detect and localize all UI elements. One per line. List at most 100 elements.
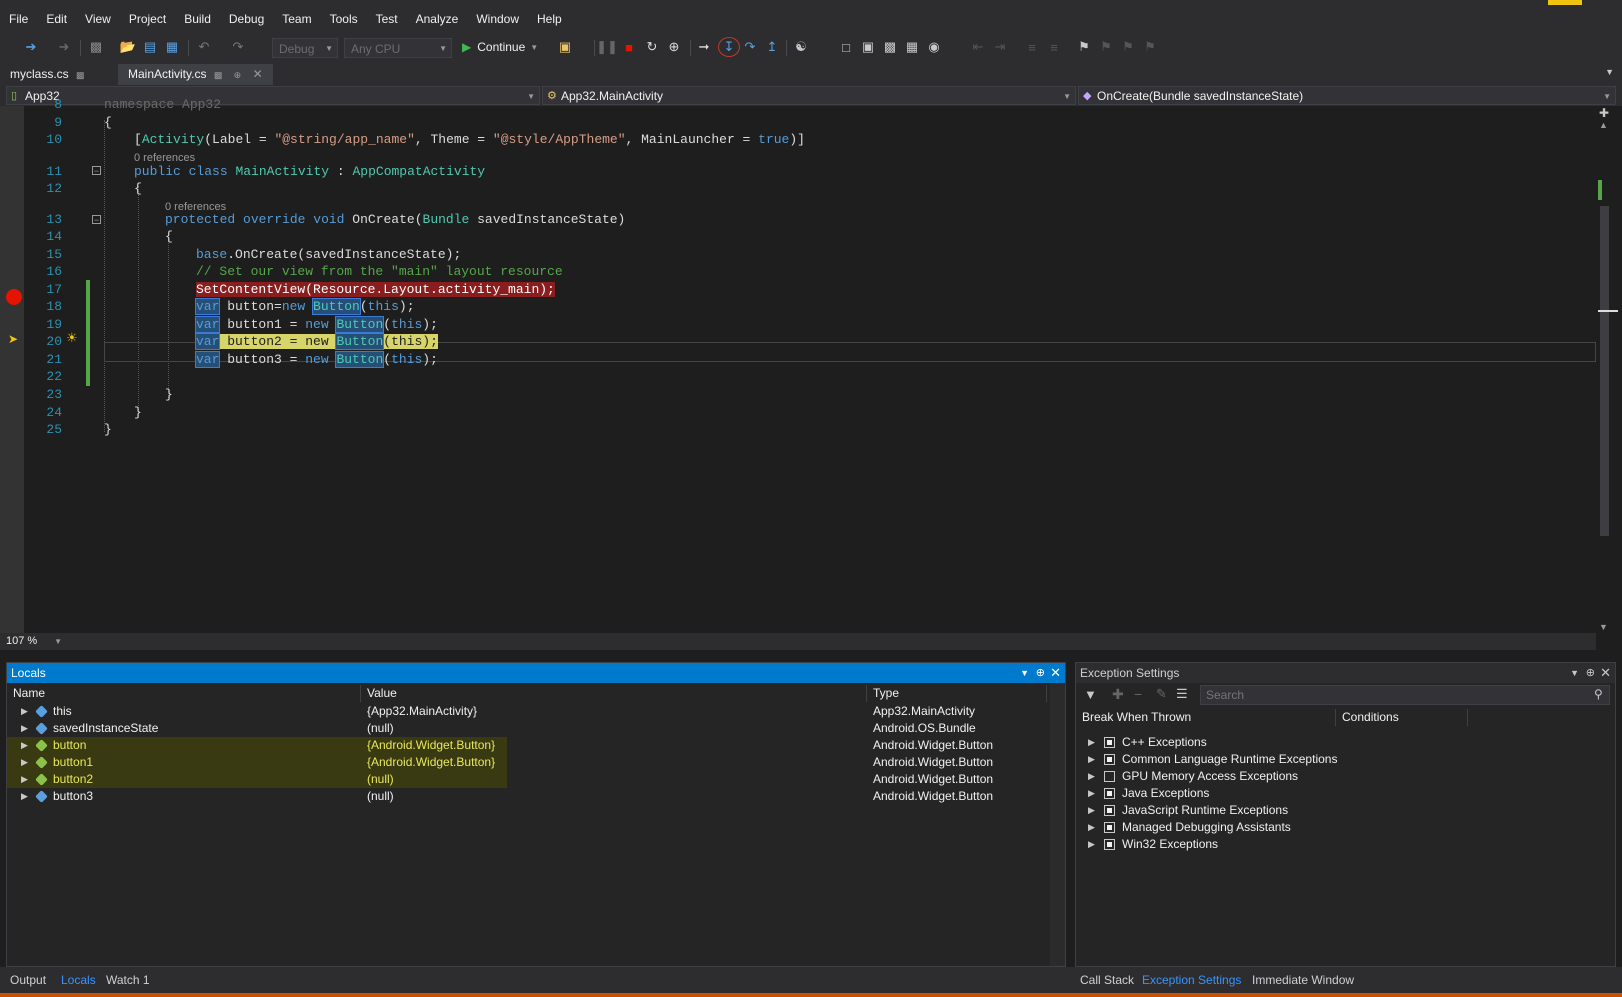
camera-icon[interactable]: ▣ (860, 37, 876, 57)
indent-icon[interactable]: ⇤ (970, 37, 986, 57)
project-dropdown[interactable]: ▯ App32 ▼ (6, 86, 540, 105)
open-icon[interactable]: 📂 (120, 37, 136, 57)
comment-icon[interactable]: ≡ (1024, 37, 1040, 57)
expand-icon[interactable]: ▶ (1088, 734, 1095, 751)
platform-dropdown[interactable]: Any CPU ▼ (344, 38, 452, 58)
edit-icon[interactable]: ✎ (1156, 686, 1167, 702)
forward-icon[interactable]: ➜ (56, 37, 72, 57)
breakpoint-icon[interactable] (6, 289, 22, 305)
member-dropdown[interactable]: ◆ OnCreate(Bundle savedInstanceState) ▼ (1078, 86, 1616, 105)
tab-output[interactable]: Output (10, 971, 46, 989)
exception-checkbox[interactable] (1104, 754, 1115, 765)
pin-icon[interactable]: ▩ (214, 70, 223, 80)
close-icon[interactable]: ✕ (253, 67, 263, 81)
menu-team[interactable]: Team (273, 6, 320, 32)
locals-row[interactable]: ▶ button1 {Android.Widget.Button} Android.W… (7, 754, 1047, 771)
tab-overflow-icon[interactable]: ▼ (1605, 67, 1614, 77)
column-header-break-when-thrown[interactable]: Break When Thrown (1076, 709, 1336, 726)
menu-build[interactable]: Build (175, 6, 220, 32)
close-icon[interactable]: ✕ (1050, 663, 1061, 683)
scroll-thumb[interactable] (1600, 206, 1609, 536)
code-editor[interactable]: ➤ ☀ 8 9 10 11 12 13 14 15 16 17 18 19 20… (0, 97, 1622, 639)
exception-search-input[interactable] (1200, 685, 1610, 705)
expand-icon[interactable]: ▶ (1088, 785, 1095, 802)
expand-icon[interactable]: ▶ (1088, 768, 1095, 785)
step-over-icon[interactable]: ↷ (742, 37, 758, 57)
tab-exception-settings[interactable]: Exception Settings (1142, 971, 1241, 989)
expand-icon[interactable]: ▶ (1088, 819, 1095, 836)
document-icon[interactable]: □ (838, 37, 854, 57)
exception-checkbox[interactable] (1104, 822, 1115, 833)
locals-row[interactable]: ▶ button3 (null) Android.Widget.Button (7, 788, 1047, 805)
locals-title-bar[interactable]: Locals ▼ ⊕ ✕ (7, 663, 1065, 683)
pin-icon[interactable]: ⊕ (1036, 663, 1045, 683)
menu-edit[interactable]: Edit (37, 6, 76, 32)
search-icon[interactable]: ⚲ (1594, 687, 1603, 701)
list-icon[interactable]: ☰ (1176, 686, 1188, 702)
tab-myclass[interactable]: myclass.cs ▩ (0, 64, 95, 85)
exception-settings-title-bar[interactable]: Exception Settings ▼ ⊕ ✕ (1076, 663, 1615, 683)
locals-row[interactable]: ▶ button2 (null) Android.Widget.Button (7, 771, 1047, 788)
locals-scrollbar[interactable] (1050, 683, 1065, 966)
save-icon[interactable]: ▤ (142, 37, 158, 57)
menu-project[interactable]: Project (120, 6, 175, 32)
tab-call-stack[interactable]: Call Stack (1080, 971, 1134, 989)
step-into-icon[interactable]: ↧ (718, 37, 740, 57)
type-dropdown[interactable]: ⚙ App32.MainActivity ▼ (542, 86, 1076, 105)
undo-icon[interactable]: ↶ (196, 37, 212, 57)
chevron-down-icon[interactable]: ▼ (1020, 663, 1029, 683)
column-header-name[interactable]: Name (7, 685, 361, 702)
menu-window[interactable]: Window (467, 6, 528, 32)
next-bookmark-icon[interactable]: ⚑ (1120, 37, 1136, 57)
expand-icon[interactable]: ▶ (1088, 802, 1095, 819)
target-icon[interactable]: ◉ (926, 37, 942, 57)
split-icon[interactable]: ✚ (1599, 106, 1609, 120)
menu-test[interactable]: Test (367, 6, 407, 32)
menu-help[interactable]: Help (528, 6, 571, 32)
outdent-icon[interactable]: ⇥ (992, 37, 1008, 57)
tab-locals[interactable]: Locals (61, 971, 96, 989)
chevron-down-icon[interactable]: ▼ (1570, 663, 1579, 683)
glyph-margin[interactable] (0, 106, 24, 639)
locals-row[interactable]: ▶ savedInstanceState (null) Android.OS.Bund… (7, 720, 1047, 737)
pin-icon[interactable]: ⊕ (1586, 663, 1595, 683)
save-all-icon[interactable]: ▦ (164, 37, 180, 57)
menu-debug[interactable]: Debug (220, 6, 273, 32)
collapse-toggle[interactable]: − (92, 215, 101, 225)
add-icon[interactable]: ✚ (1112, 686, 1124, 703)
layout-icon[interactable]: ▦ (904, 37, 920, 57)
remove-icon[interactable]: − (1134, 686, 1142, 702)
step-out-icon[interactable]: ↥ (764, 37, 780, 57)
menu-tools[interactable]: Tools (321, 6, 367, 32)
scroll-down-icon[interactable]: ▼ (1599, 622, 1608, 632)
collapse-toggle[interactable]: − (92, 166, 101, 176)
lightbulb-icon[interactable]: ☀ (66, 330, 78, 346)
pin-icon[interactable]: ▩ (76, 70, 85, 80)
clear-bookmarks-icon[interactable]: ⚑ (1142, 37, 1158, 57)
tab-mainactivity[interactable]: MainActivity.cs ▩ ⊕ ✕ (118, 64, 273, 85)
exception-checkbox[interactable] (1104, 805, 1115, 816)
exception-checkbox[interactable] (1104, 771, 1115, 782)
prev-bookmark-icon[interactable]: ⚑ (1098, 37, 1114, 57)
hex-display-icon[interactable]: ☯ (792, 37, 810, 57)
zoom-dropdown[interactable]: 107 % ▼ (6, 633, 64, 650)
column-header-value[interactable]: Value (361, 685, 867, 702)
configuration-dropdown[interactable]: Debug ▼ (272, 38, 338, 58)
redo-icon[interactable]: ↷ (230, 37, 246, 57)
references-codelens[interactable]: 0 references (134, 152, 195, 164)
column-header-conditions[interactable]: Conditions (1336, 709, 1468, 726)
menu-view[interactable]: View (76, 6, 120, 32)
new-project-icon[interactable]: ▩ (88, 37, 104, 57)
exception-checkbox[interactable] (1104, 788, 1115, 799)
screen-icon[interactable]: ▩ (882, 37, 898, 57)
exception-checkbox[interactable] (1104, 737, 1115, 748)
continue-button[interactable]: ▶ Continue ▼ (462, 37, 546, 57)
bookmark-icon[interactable]: ⚑ (1076, 37, 1092, 57)
stop-icon[interactable]: ■ (622, 37, 636, 57)
break-all-icon[interactable]: ❚❚ (596, 37, 618, 57)
tab-watch-1[interactable]: Watch 1 (106, 971, 150, 989)
locals-row[interactable]: ▶ this {App32.MainActivity} App32.MainActiv… (7, 703, 1047, 720)
back-icon[interactable]: ➔ (22, 37, 40, 57)
process-icon[interactable]: ▣ (556, 37, 574, 57)
close-icon[interactable]: ✕ (1600, 663, 1611, 683)
